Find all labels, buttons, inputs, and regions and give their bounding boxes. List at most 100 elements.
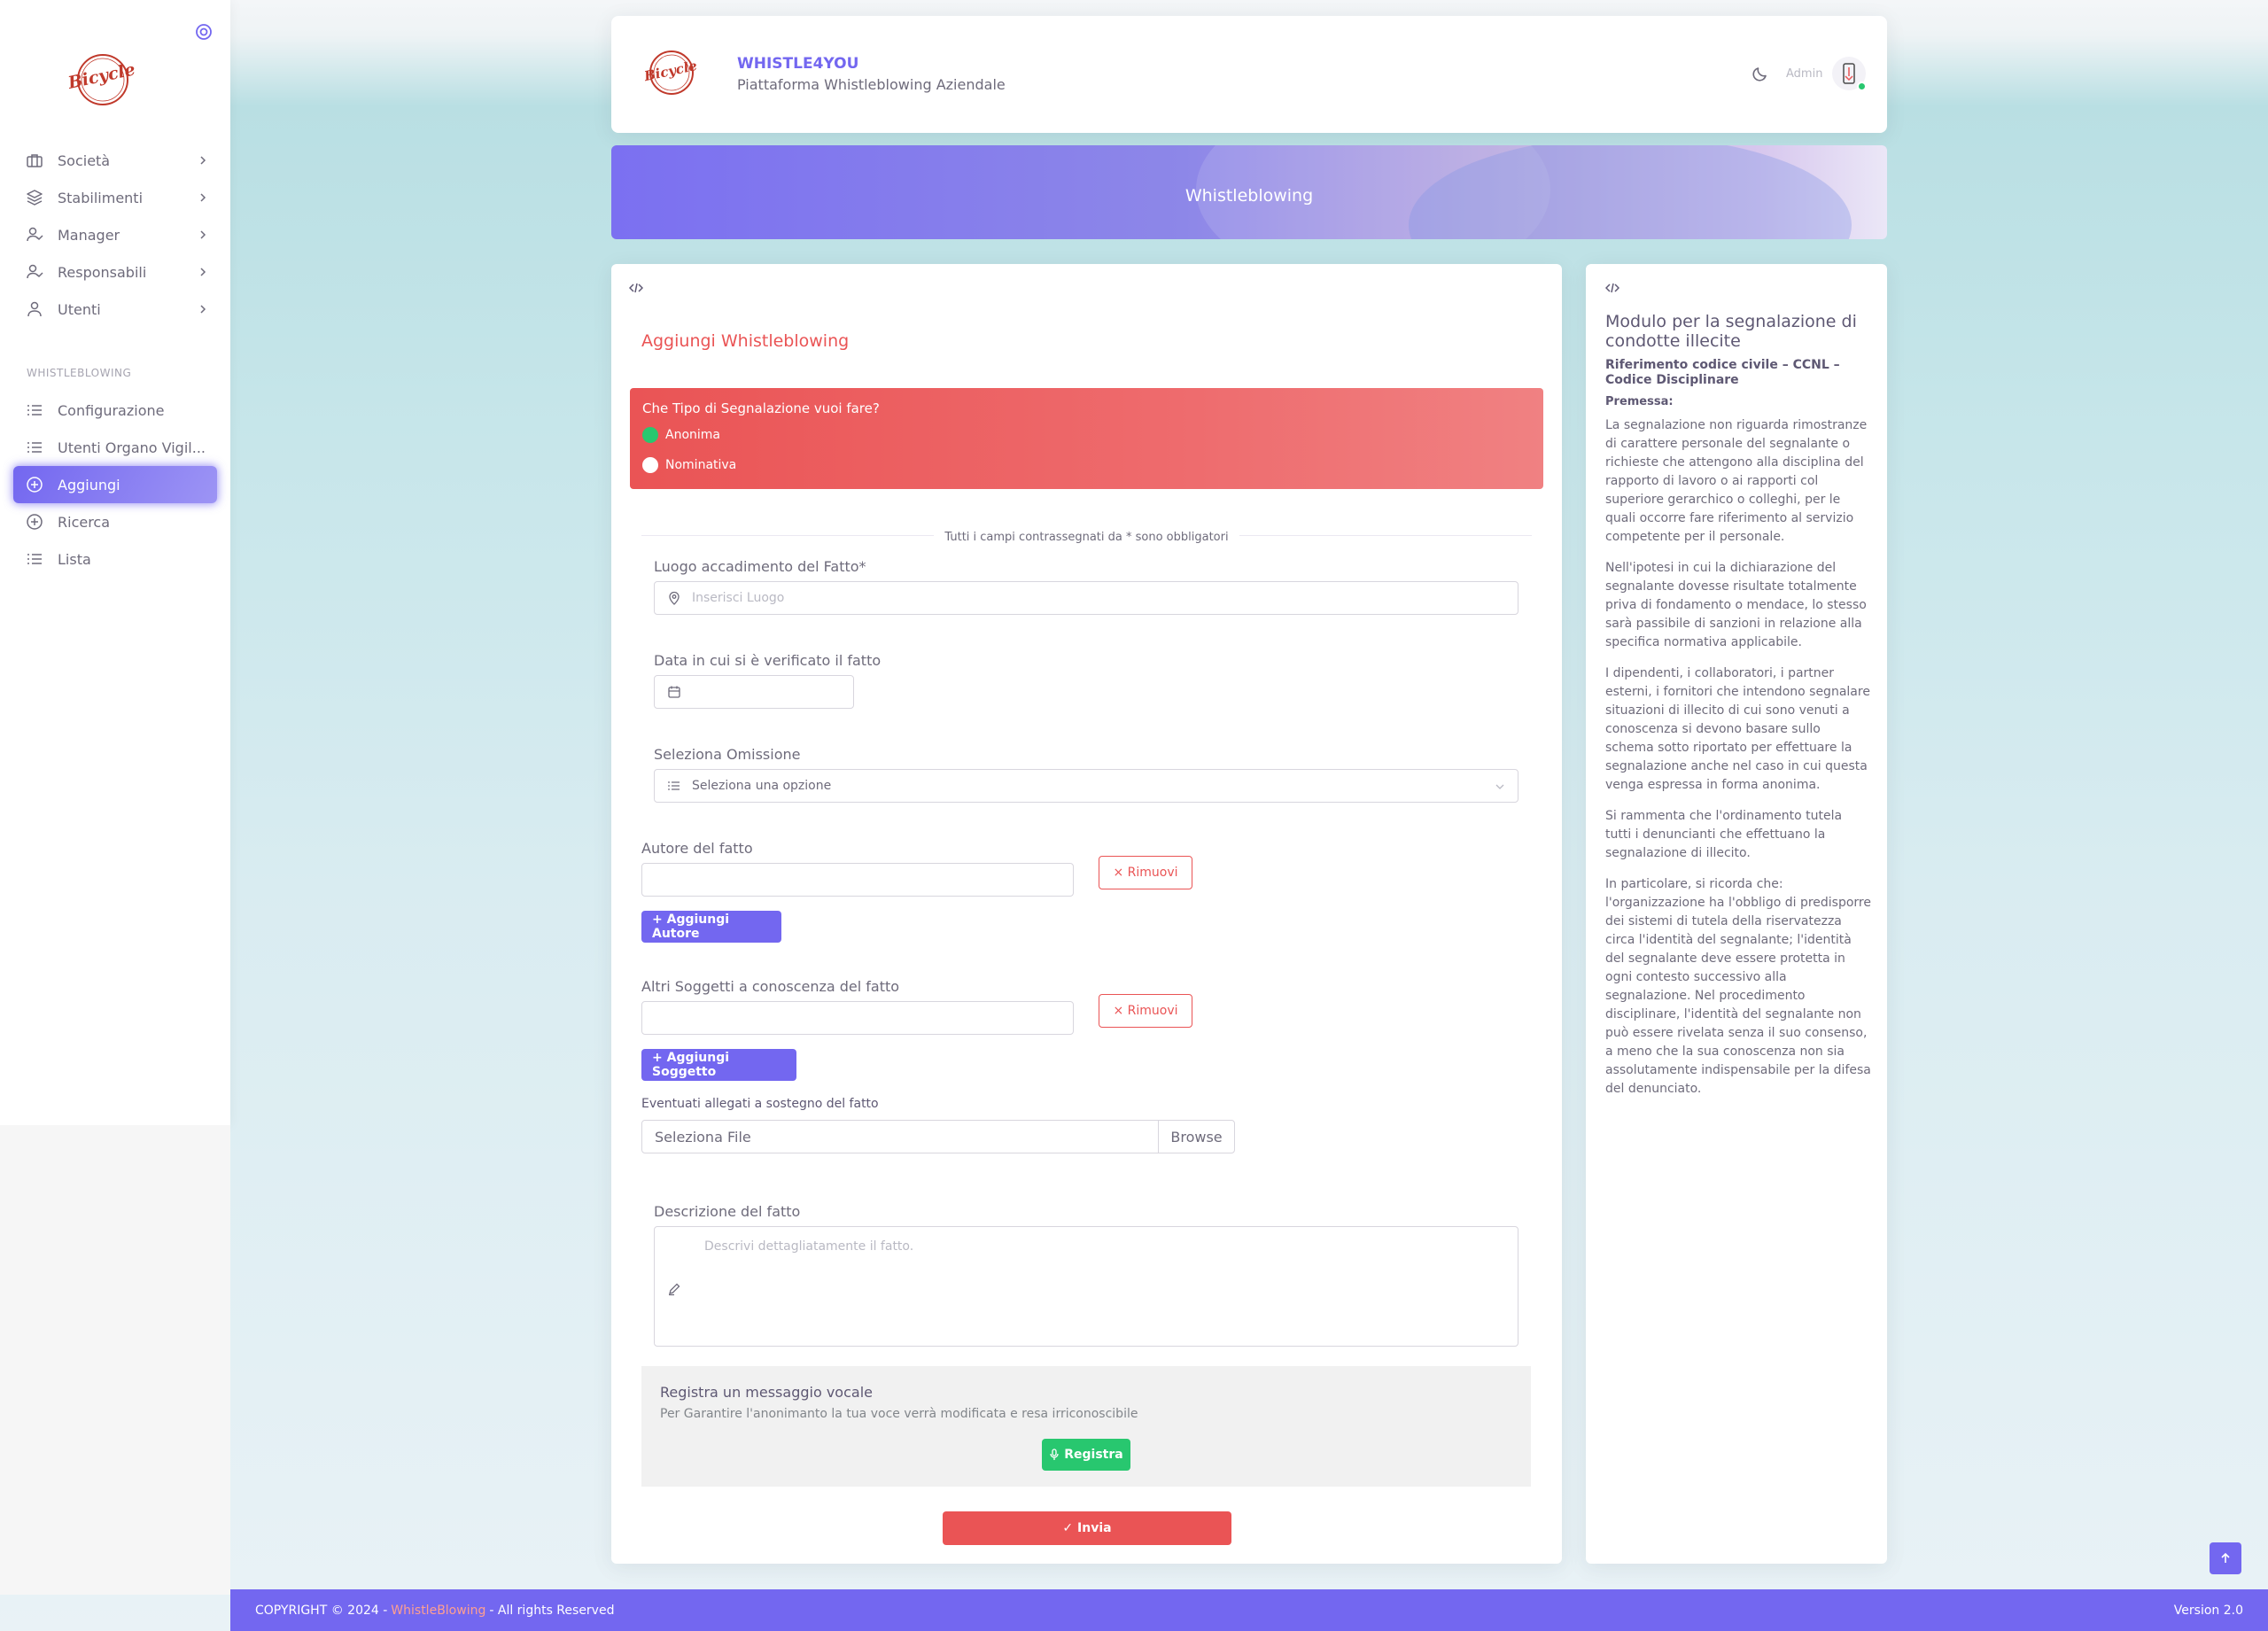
sidebar-item-responsabili[interactable]: Responsabili [13, 253, 217, 291]
sidebar-item-utenti[interactable]: Utenti [13, 291, 217, 328]
info-paragraph: I dipendenti, i collaboratori, i partner… [1605, 666, 1870, 792]
page-banner: Whistleblowing [611, 145, 1887, 239]
place-placeholder: Inserisci Luogo [692, 591, 785, 605]
sidebar-item-label: Utenti Organo Vigil... [58, 439, 206, 456]
page-title: Whistleblowing [1184, 186, 1314, 206]
info-premise-label: Premessa: [1605, 395, 1674, 408]
sidebar-item-manager[interactable]: Manager [13, 216, 217, 253]
sidebar-item-label: Lista [58, 550, 91, 568]
sidebar-item-label: Responsabili [58, 263, 147, 281]
omission-label: Seleziona Omissione [654, 746, 801, 763]
layers-icon [27, 190, 43, 206]
radio-nominativa[interactable]: Nominativa [642, 457, 736, 473]
sidebar-item-label: Utenti [58, 300, 101, 318]
footer-brand-link[interactable]: WhistleBlowing [391, 1604, 485, 1618]
place-label: Luogo accadimento del Fatto* [654, 558, 866, 575]
collapse-icon[interactable] [195, 23, 213, 41]
chevron-right-icon [200, 193, 206, 202]
sidebar-item-societa[interactable]: Società [13, 142, 217, 179]
voice-title: Registra un messaggio vocale [660, 1384, 873, 1401]
radio-anonima[interactable]: Anonima [642, 427, 720, 443]
radio-label: Nominativa [665, 458, 737, 472]
header-card: Bicycle WHISTLE4YOU Piattaforma Whistleb… [611, 16, 1887, 133]
sidebar-nav: Società Stabilimenti Manager Responsabil… [0, 142, 230, 578]
omission-selected-value: Seleziona una opzione [692, 779, 832, 793]
omission-select[interactable]: Seleziona una opzione [654, 769, 1518, 803]
code-icon[interactable] [1605, 282, 1619, 294]
sidebar-item-stabilimenti[interactable]: Stabilimenti [13, 179, 217, 216]
attachments-label: Eventuati allegati a sostegno del fatto [641, 1097, 879, 1111]
report-type-question: Che Tipo di Segnalazione vuoi fare? [642, 400, 880, 416]
sidebar-item-ricerca[interactable]: Ricerca [13, 503, 217, 540]
info-paragraph: Nell'ipotesi in cui la dichiarazione del… [1605, 561, 1867, 649]
radio-button-unchecked[interactable] [642, 457, 658, 473]
file-placeholder[interactable]: Seleziona File [642, 1121, 1158, 1153]
sidebar-item-label: Società [58, 151, 111, 169]
user-name[interactable]: Admin [1786, 67, 1822, 81]
moon-icon[interactable] [1751, 64, 1770, 83]
sidebar-item-lista[interactable]: Lista [13, 540, 217, 578]
plus-circle-icon [27, 514, 43, 530]
list-icon [27, 554, 42, 564]
date-input[interactable] [654, 675, 854, 709]
user-check-icon [27, 264, 43, 279]
description-textarea[interactable]: Descrivi dettagliatamente il fatto. [654, 1226, 1518, 1347]
remove-author-button[interactable]: × Rimuovi [1099, 856, 1192, 889]
browse-button[interactable]: Browse [1158, 1121, 1234, 1153]
chevron-right-icon [200, 268, 206, 276]
sidebar-item-label: Aggiungi [58, 476, 120, 493]
add-subject-button[interactable]: + Aggiungi Soggetto [641, 1049, 796, 1081]
author-input[interactable] [641, 863, 1074, 897]
info-body: La segnalazione non riguarda rimostranze… [1605, 416, 1871, 1111]
sidebar-item-aggiungi[interactable]: Aggiungi [13, 466, 217, 503]
bicycle-logo[interactable]: Bicycle [67, 46, 138, 110]
sidebar-item-utenti-organo[interactable]: Utenti Organo Vigil... [13, 429, 217, 466]
chevron-right-icon [200, 230, 206, 239]
code-icon[interactable] [629, 282, 643, 294]
add-author-button[interactable]: + Aggiungi Autore [641, 911, 781, 943]
copyright-suffix: - All rights Reserved [489, 1603, 615, 1618]
place-input[interactable]: Inserisci Luogo [654, 581, 1518, 615]
record-label: Registra [1064, 1448, 1123, 1462]
sidebar-item-label: Manager [58, 226, 120, 244]
edit-icon [669, 1283, 680, 1296]
online-status-dot [1857, 82, 1867, 91]
form-title: Aggiungi Whistleblowing [641, 331, 850, 351]
date-label: Data in cui si è verificato il fatto [654, 652, 882, 669]
others-input[interactable] [641, 1001, 1074, 1035]
info-paragraph: Si rammenta che l'ordinamento tutela tut… [1605, 809, 1843, 860]
description-placeholder: Descrivi dettagliatamente il fatto. [704, 1239, 914, 1254]
sidebar-section-label: WHISTLEBLOWING [27, 367, 132, 379]
info-paragraph: La segnalazione non riguarda rimostranze… [1605, 418, 1868, 544]
sidebar-item-configurazione[interactable]: Configurazione [13, 392, 217, 429]
chevron-right-icon [200, 156, 206, 165]
user-icon [27, 301, 42, 317]
app-title: WHISTLE4YOU [737, 55, 859, 73]
remove-subject-button[interactable]: × Rimuovi [1099, 994, 1192, 1028]
version-label: Version 2.0 [2173, 1603, 2243, 1618]
bicycle-logo[interactable]: Bicycle [645, 46, 698, 99]
record-button[interactable]: Registra [1042, 1439, 1130, 1471]
plus-circle-icon [27, 477, 43, 493]
sidebar: Bicycle Società Stabilimenti Manager Res… [0, 0, 230, 1125]
scroll-to-top-button[interactable] [2210, 1542, 2241, 1574]
form-card: Aggiungi Whistleblowing Che Tipo di Segn… [611, 264, 1562, 1564]
sidebar-footer-area [0, 1125, 230, 1595]
briefcase-icon [27, 154, 43, 167]
list-icon [668, 781, 680, 790]
info-paragraph: In particolare, si ricorda che: l'organi… [1605, 877, 1871, 1096]
file-input[interactable]: Seleziona File Browse [641, 1120, 1235, 1153]
map-pin-icon [669, 591, 680, 605]
sidebar-item-label: Configurazione [58, 401, 165, 419]
chevron-down-icon [1495, 784, 1504, 789]
description-label: Descrizione del fatto [654, 1203, 801, 1220]
required-note-text: Tutti i campi contrassegnati da * sono o… [934, 531, 1239, 544]
radio-label: Anonima [665, 428, 720, 442]
sidebar-item-label: Stabilimenti [58, 189, 144, 206]
submit-button[interactable]: ✓ Invia [943, 1511, 1231, 1545]
radio-button-checked[interactable] [642, 427, 658, 443]
copyright-prefix: COPYRIGHT © 2024 - [255, 1603, 388, 1618]
info-card: Modulo per la segnalazione di condotte i… [1586, 264, 1887, 1564]
arrow-up-icon [2221, 1552, 2230, 1563]
required-note: Tutti i campi contrassegnati da * sono o… [611, 527, 1562, 544]
